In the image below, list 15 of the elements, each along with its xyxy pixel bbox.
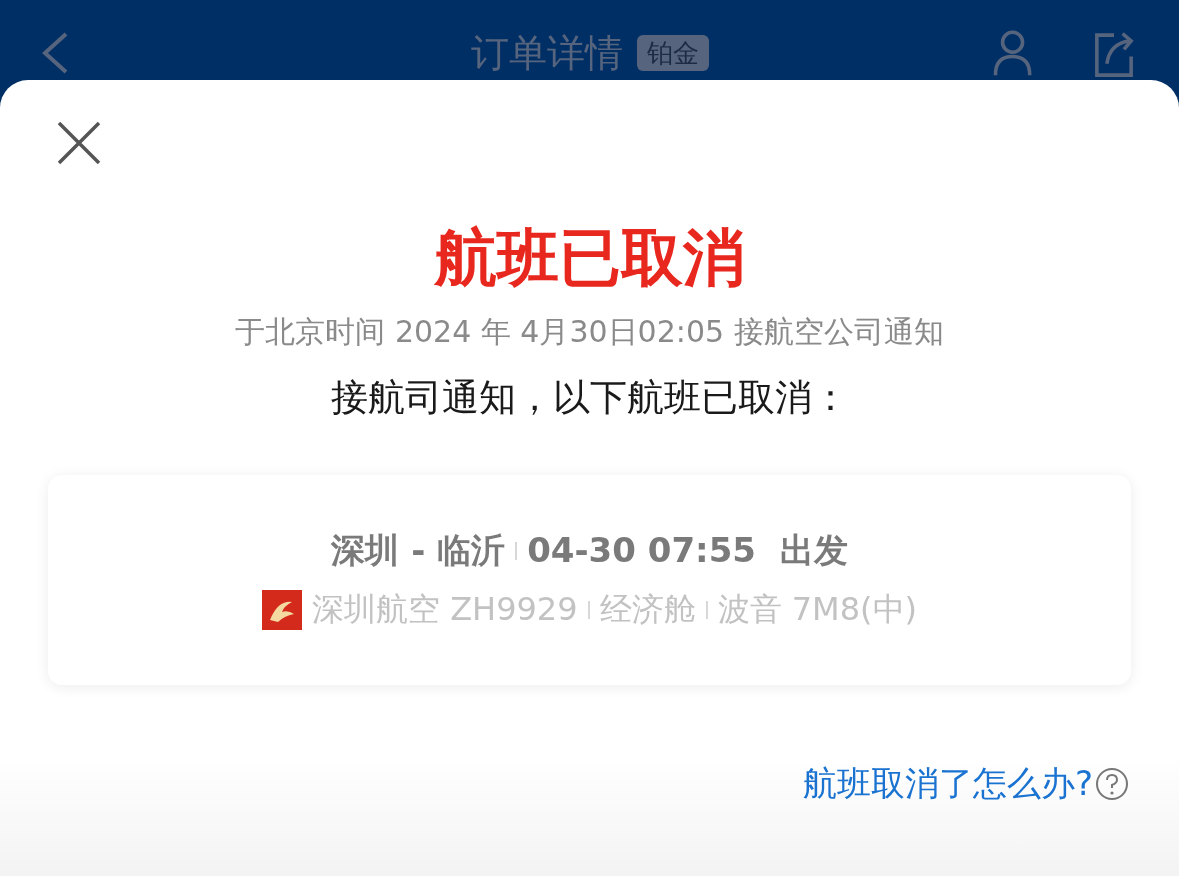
route-info: 深圳 - 临沂: [331, 529, 506, 572]
cancel-message: 接航司通知，以下航班已取消：: [330, 375, 849, 421]
flight-info: 深圳航空 ZH9929: [311, 589, 578, 630]
help-link[interactable]: 航班取消了怎么办?: [802, 761, 1093, 807]
route-info: 04-30 07:55 出发: [527, 529, 848, 572]
page-title: 订单详情: [470, 30, 623, 76]
airline-logo-icon: [261, 590, 302, 630]
flight-info: 经济舱: [599, 589, 696, 630]
back-icon[interactable]: [40, 31, 70, 75]
notice-time: 于北京时间 2024 年 4月30日02:05 接航空公司通知: [235, 313, 944, 351]
close-icon[interactable]: [56, 120, 102, 166]
member-badge: 铂金: [636, 35, 709, 71]
flight-info: 波音 7M8(中): [717, 589, 918, 630]
help-icon[interactable]: [1095, 767, 1129, 801]
dialog-title: 航班已取消: [433, 220, 746, 296]
